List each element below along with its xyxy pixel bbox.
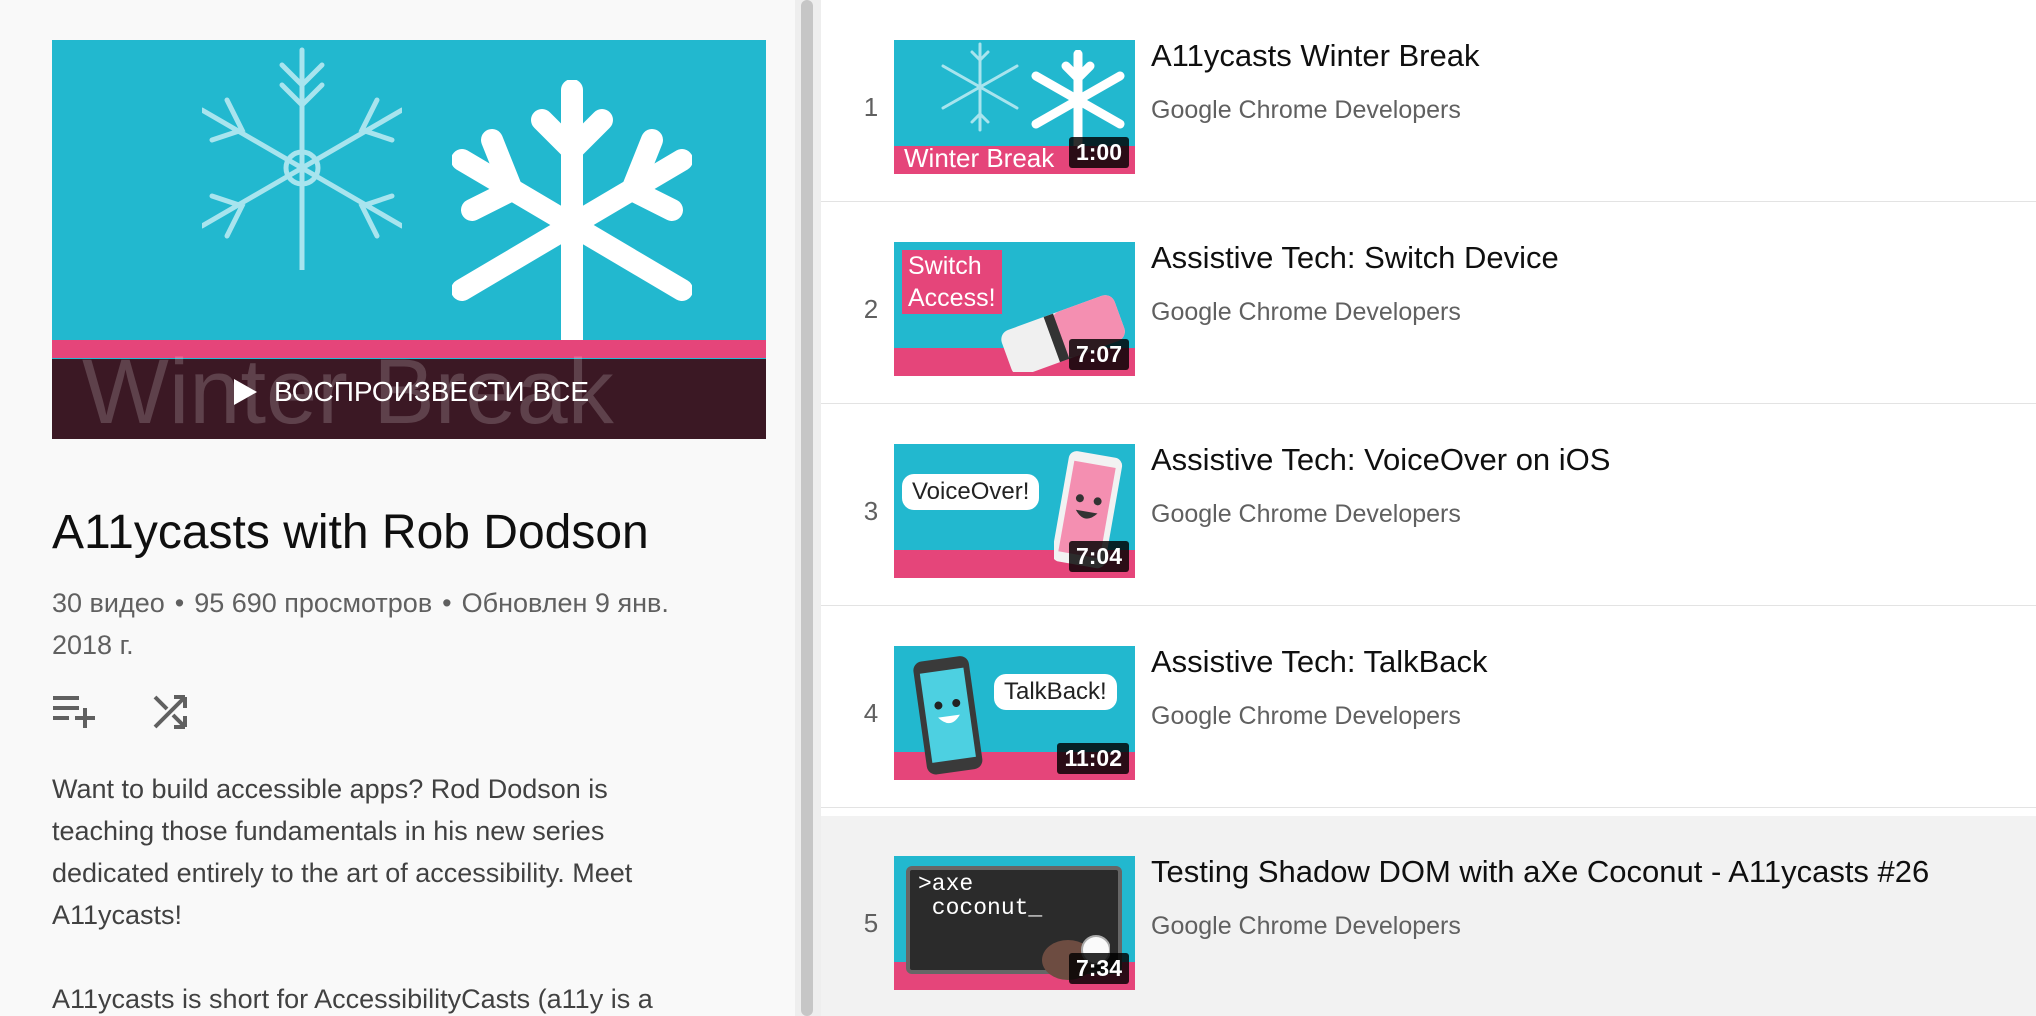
video-title[interactable]: Testing Shadow DOM with aXe Coconut - A1… <box>1151 854 1929 890</box>
playlist-hero-thumbnail[interactable]: Winter Break ВОСПРОИЗВЕСТИ ВСЕ <box>52 40 766 439</box>
video-channel[interactable]: Google Chrome Developers <box>1151 298 1461 327</box>
playlist-stats: 30 видео • 95 690 просмотров • Обновлен 9 ян… <box>52 588 669 660</box>
playlist-description: Want to build accessible apps? Rod Dodso… <box>52 768 712 1016</box>
video-row[interactable]: 2 Switch Access! 7:07 Assistive Tech: Sw… <box>821 202 2036 404</box>
thumbnail-caption: Access! <box>908 284 996 312</box>
playlist-add-icon <box>53 696 95 728</box>
video-title[interactable]: Assistive Tech: VoiceOver on iOS <box>1151 442 1610 478</box>
terminal-line: >axe <box>918 871 974 897</box>
video-row[interactable]: 1 Winter Break 1:00 A11ycasts Winter Bre… <box>821 0 2036 202</box>
video-index: 3 <box>863 496 879 526</box>
video-thumbnail[interactable]: >axe coconut_ 7:34 <box>894 856 1135 990</box>
snowflake-solid-icon <box>452 80 692 350</box>
scrollbar-thumb[interactable] <box>801 0 813 1016</box>
thumbnail-speech-bubble: VoiceOver! <box>902 474 1040 510</box>
video-duration: 1:00 <box>1068 137 1129 168</box>
video-duration: 11:02 <box>1057 743 1129 774</box>
video-title[interactable]: Assistive Tech: TalkBack <box>1151 644 1488 680</box>
thumbnail-caption: Switch <box>908 252 982 280</box>
video-count: 30 видео <box>52 588 165 618</box>
thumbnail-speech-bubble: TalkBack! <box>994 674 1117 710</box>
thumbnail-caption: Winter Break <box>904 143 1055 173</box>
video-thumbnail[interactable]: TalkBack! 11:02 <box>894 646 1135 780</box>
video-row[interactable]: 4 TalkBack! 11:02 Assistive Tech: TalkBa… <box>821 606 2036 808</box>
video-title[interactable]: Assistive Tech: Switch Device <box>1151 240 1559 276</box>
terminal-line: coconut_ <box>918 895 1043 921</box>
panel-scrollbar[interactable] <box>795 0 821 1016</box>
video-thumbnail[interactable]: VoiceOver! 7:04 <box>894 444 1135 578</box>
video-row[interactable]: 3 VoiceOver! 7:04 Assistive Tech: VoiceO… <box>821 404 2036 606</box>
playlist-video-list: 1 Winter Break 1:00 A11ycasts Winter Bre… <box>821 0 2036 1016</box>
playlist-sidebar: Winter Break ВОСПРОИЗВЕСТИ ВСЕ A11ycasts… <box>0 0 795 1016</box>
video-index: 5 <box>863 908 879 938</box>
video-thumbnail[interactable]: Winter Break 1:00 <box>894 40 1135 174</box>
play-icon <box>234 379 257 405</box>
playlist-title: A11ycasts with Rob Dodson <box>52 506 649 559</box>
shuffle-icon <box>153 695 187 729</box>
video-duration: 7:34 <box>1068 953 1129 984</box>
snowflake-icon <box>941 42 1019 132</box>
shuffle-button[interactable] <box>148 690 192 734</box>
snowflake-outline-icon <box>202 47 402 270</box>
snowflake-icon <box>1031 50 1125 146</box>
video-index: 4 <box>863 698 879 728</box>
video-duration: 7:04 <box>1068 541 1129 572</box>
play-all-label: ВОСПРОИЗВЕСТИ ВСЕ <box>274 376 590 407</box>
video-title[interactable]: A11ycasts Winter Break <box>1151 38 1479 74</box>
video-channel[interactable]: Google Chrome Developers <box>1151 912 1461 941</box>
thumbnail-caption-box: Switch Access! <box>902 250 1002 314</box>
video-thumbnail[interactable]: Switch Access! 7:07 <box>894 242 1135 376</box>
video-row-active[interactable]: 5 >axe coconut_ 7:34 Testing Shadow DOM … <box>821 816 2036 1016</box>
playlist-actions <box>52 690 192 734</box>
description-paragraph: A11ycasts is short for AccessibilityCast… <box>52 984 653 1014</box>
play-all-button[interactable]: ВОСПРОИЗВЕСТИ ВСЕ <box>232 376 589 408</box>
video-channel[interactable]: Google Chrome Developers <box>1151 702 1461 731</box>
phone-icon <box>913 656 983 775</box>
video-index: 2 <box>863 294 879 324</box>
video-channel[interactable]: Google Chrome Developers <box>1151 500 1461 529</box>
video-index: 1 <box>863 92 879 122</box>
video-duration: 7:07 <box>1068 339 1129 370</box>
view-count: 95 690 просмотров <box>194 588 433 618</box>
description-paragraph: Want to build accessible apps? Rod Dodso… <box>52 774 633 930</box>
video-channel[interactable]: Google Chrome Developers <box>1151 96 1461 125</box>
save-to-playlist-button[interactable] <box>52 690 96 734</box>
